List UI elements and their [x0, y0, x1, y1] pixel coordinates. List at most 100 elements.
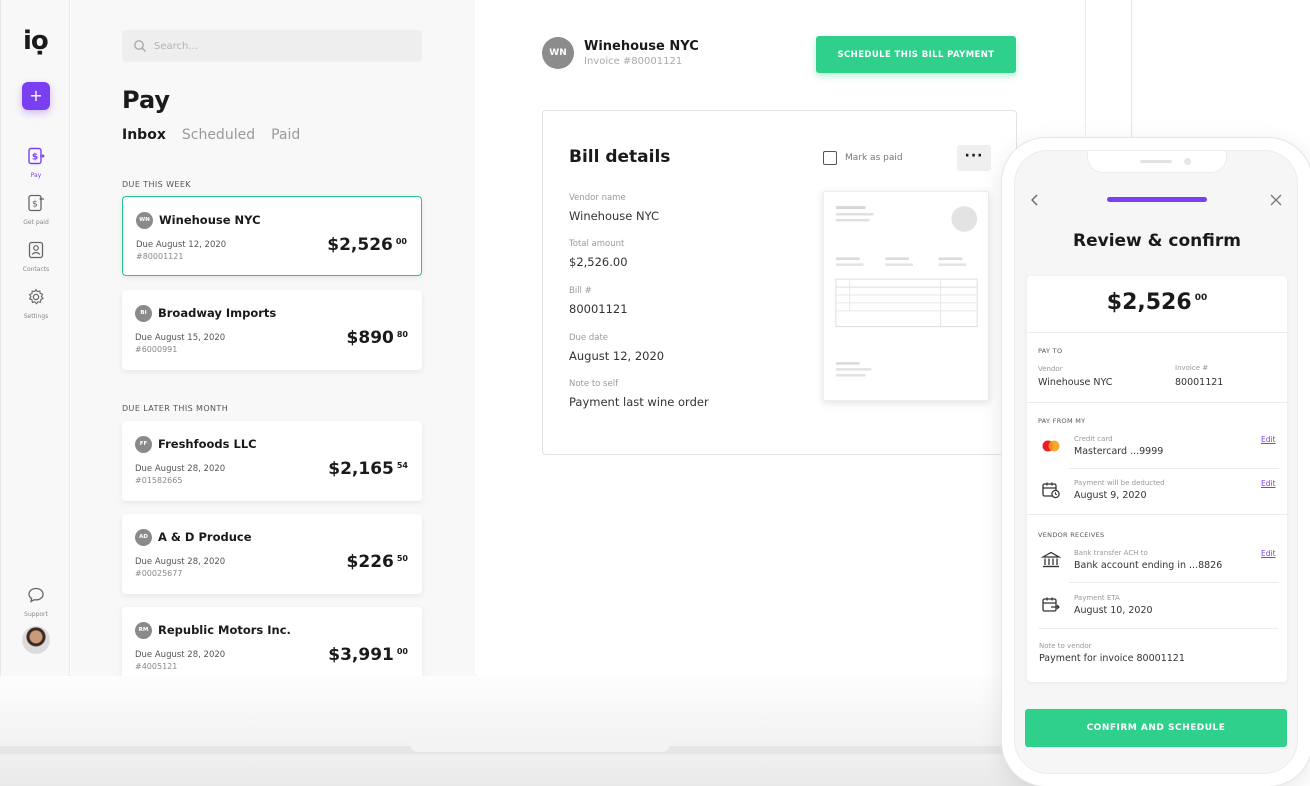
bill-amount: $226 50	[347, 552, 408, 572]
confirm-and-schedule-button[interactable]: CONFIRM AND SCHEDULE	[1025, 709, 1287, 747]
edit-deduct-link[interactable]: Edit	[1261, 479, 1276, 488]
divider	[1069, 582, 1279, 583]
sidebar-item-label: Support	[24, 611, 48, 618]
payment-summary-card: $2,526 00 PAY TO Vendor Winehouse NYC Inv…	[1027, 276, 1287, 682]
close-icon[interactable]	[1269, 193, 1283, 207]
field-note-to-self: Note to self Payment last wine order	[569, 379, 709, 409]
mark-paid-checkbox[interactable]	[823, 151, 837, 165]
bill-card[interactable]: BI Broadway Imports Due August 15, 2020 …	[122, 290, 422, 370]
bill-card[interactable]: WN Winehouse NYC Due August 12, 2020 #80…	[122, 196, 422, 276]
invoice-value: 80001121	[1175, 377, 1224, 388]
field-value: Payment last wine order	[569, 395, 709, 409]
field-label: Total amount	[569, 239, 625, 249]
mark-paid-label: Mark as paid	[845, 153, 903, 163]
avatar[interactable]	[22, 626, 50, 654]
amount-dollars: $2,526	[327, 235, 393, 255]
bill-details-heading: Bill details	[569, 147, 671, 167]
bill-amount: $2,165 54	[328, 459, 408, 479]
edit-card-link[interactable]: Edit	[1261, 435, 1276, 444]
field-value: $2,526.00	[569, 255, 628, 269]
bill-amount: $890 80	[347, 328, 408, 348]
search-icon	[134, 40, 147, 53]
bill-card[interactable]: FF Freshfoods LLC Due August 28, 2020 #0…	[122, 421, 422, 501]
bill-detail-panel: WN Winehouse NYC Invoice #80001121 SCHED…	[476, 0, 1086, 676]
sidebar-item-support[interactable]: Support	[1, 586, 71, 618]
field-due-date: Due date August 12, 2020	[569, 333, 664, 363]
sidebar-item-settings[interactable]: Settings	[1, 288, 71, 320]
sidebar-item-pay[interactable]: $ Pay	[1, 147, 71, 179]
amount-cents: 54	[396, 461, 408, 470]
due-date: Due August 28, 2020	[135, 557, 226, 567]
phone-notch	[1087, 151, 1227, 173]
divider	[1038, 628, 1278, 629]
vendor-name: Republic Motors Inc.	[158, 623, 291, 637]
svg-text:$: $	[32, 200, 38, 210]
screen: iọ + $ Pay $ Get paid Contacts Settings …	[0, 0, 1310, 786]
vendor-initials-badge: BI	[135, 305, 152, 322]
field-total-amount: Total amount $2,526.00	[569, 239, 628, 269]
vendor-initials-badge: FF	[135, 436, 152, 453]
amount-dollars: $2,165	[328, 459, 394, 479]
invoice-preview-thumbnail[interactable]	[823, 191, 989, 401]
schedule-payment-button[interactable]: SCHEDULE THIS BILL PAYMENT	[816, 36, 1016, 73]
sidebar-item-label: Contacts	[22, 266, 50, 273]
due-date: Due August 12, 2020	[136, 240, 227, 250]
tab-bar: Inbox Scheduled Paid	[122, 127, 300, 143]
tab-inbox[interactable]: Inbox	[122, 127, 166, 143]
amount-cents: 50	[396, 554, 408, 563]
bill-details-card: Bill details Mark as paid ··· Vendor nam…	[542, 110, 1017, 455]
amount-dollars: $2,526	[1106, 290, 1192, 315]
vendor-header-invoice: Invoice #80001121	[584, 56, 683, 67]
vendor-label: Vendor	[1038, 365, 1063, 373]
search-box[interactable]	[122, 30, 422, 62]
bill-number: #80001121	[136, 252, 184, 261]
bill-list-panel: Pay Inbox Scheduled Paid DUE THIS WEEK W…	[71, 0, 475, 676]
due-date: Due August 28, 2020	[135, 464, 226, 474]
vendor-name: Broadway Imports	[158, 306, 277, 320]
divider	[1069, 468, 1279, 469]
sidebar-item-get-paid[interactable]: $ Get paid	[1, 194, 71, 226]
invoice-label: Invoice #	[1175, 364, 1209, 372]
dollar-send-icon: $	[28, 147, 45, 165]
divider	[1027, 402, 1287, 403]
section-label-due-later: DUE LATER THIS MONTH	[122, 404, 229, 413]
back-chevron-icon[interactable]	[1029, 193, 1041, 207]
tab-paid[interactable]: Paid	[271, 127, 300, 143]
mark-as-paid[interactable]: Mark as paid	[823, 151, 903, 165]
bill-amount: $2,526 00	[327, 235, 407, 255]
bill-number: #6000991	[135, 345, 178, 354]
review-confirm-title: Review & confirm	[1073, 231, 1241, 251]
amount-dollars: $890	[346, 328, 394, 348]
vendor-initials-badge: WN	[136, 212, 153, 229]
amount-cents: 00	[395, 237, 407, 246]
svg-text:$: $	[32, 153, 38, 163]
more-options-button[interactable]: ···	[957, 145, 991, 171]
bill-card[interactable]: AD A & D Produce Due August 28, 2020 #00…	[122, 514, 422, 594]
edit-bank-link[interactable]: Edit	[1261, 549, 1276, 558]
add-button[interactable]: +	[22, 82, 50, 110]
amount-cents: 00	[396, 647, 408, 656]
amount-cents: 00	[1194, 293, 1208, 303]
divider	[1027, 514, 1287, 515]
field-label: Vendor name	[569, 193, 626, 203]
deduct-value: August 9, 2020	[1074, 490, 1147, 501]
phone-speaker	[1140, 160, 1172, 163]
mobile-phone-frame: Review & confirm $2,526 00 PAY TO Vendor …	[1002, 138, 1310, 786]
calendar-clock-icon	[1042, 482, 1060, 499]
amount-dollars: $3,991	[328, 645, 394, 665]
credit-card-label: Credit card	[1074, 435, 1113, 443]
tab-scheduled[interactable]: Scheduled	[182, 127, 255, 143]
sidebar-item-label: Get paid	[23, 219, 49, 226]
sidebar-item-contacts[interactable]: Contacts	[1, 241, 71, 273]
bank-icon	[1041, 551, 1061, 568]
sidebar-item-label: Pay	[30, 172, 42, 179]
field-value: Winehouse NYC	[569, 209, 660, 223]
search-input[interactable]	[154, 36, 414, 56]
app-logo: iọ	[23, 26, 49, 56]
eta-value: August 10, 2020	[1074, 605, 1153, 616]
field-label: Bill #	[569, 286, 592, 296]
field-label: Due date	[569, 333, 609, 343]
due-date: Due August 28, 2020	[135, 650, 226, 660]
bill-number: #4005121	[135, 662, 178, 671]
bill-card[interactable]: RM Republic Motors Inc. Due August 28, 2…	[122, 607, 422, 676]
